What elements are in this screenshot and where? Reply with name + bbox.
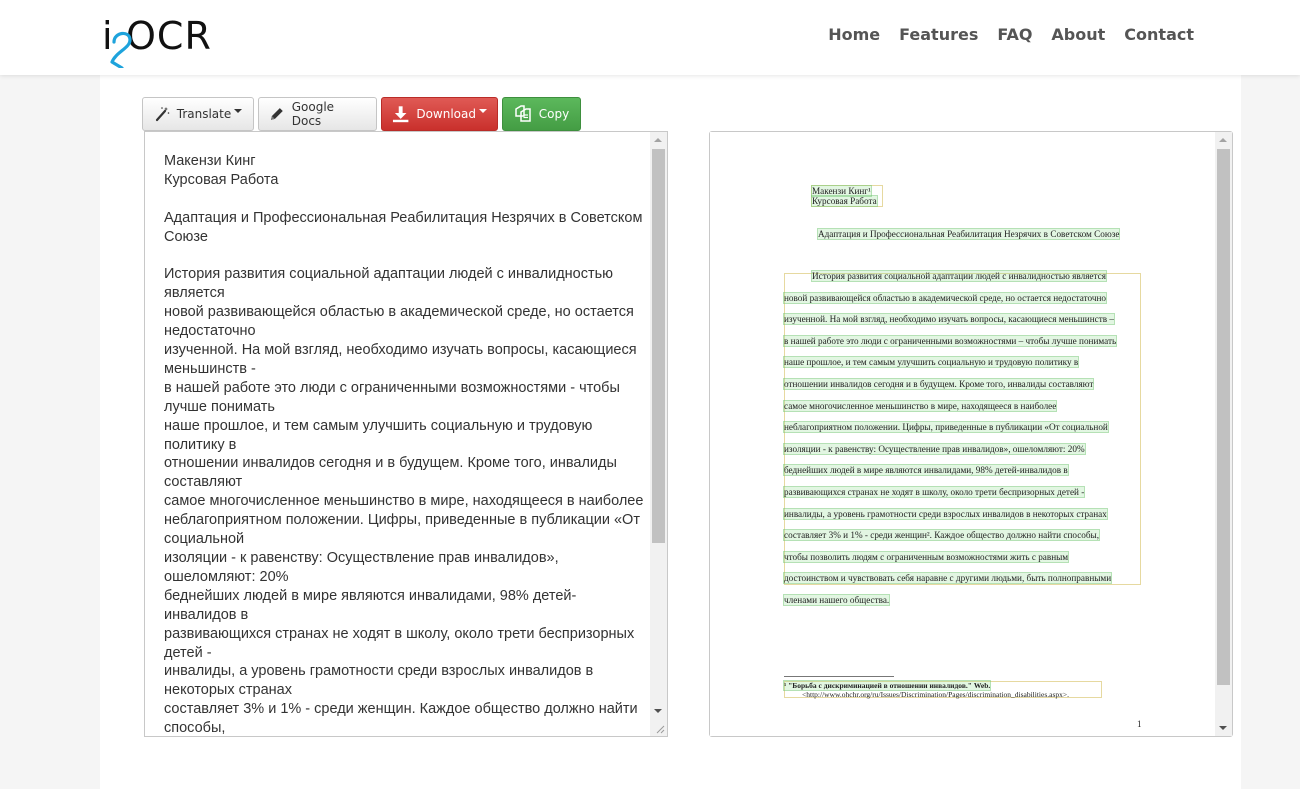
- ocr-text-line: новой развивающейся областью в академиче…: [164, 304, 634, 321]
- ocr-text-line: в нашей работе это люди с ограниченными …: [164, 379, 620, 396]
- ocr-text-line: изоляции - к равенству: Осуществление пр…: [164, 550, 559, 566]
- nav-home[interactable]: Home: [828, 24, 880, 46]
- preview-body-line: членами нашего общества.: [782, 594, 891, 606]
- ocr-text-line: Курсовая Работа: [164, 171, 279, 188]
- preview-body-line: развивающихся странах не ходят в школу, …: [782, 486, 1086, 498]
- ocr-text-line: некоторых странах: [164, 682, 292, 699]
- preview-body-line: изученной. На мой взгляд, необходимо изу…: [783, 313, 1115, 326]
- nav-about[interactable]: About: [1051, 24, 1105, 46]
- pencil-icon: [270, 108, 283, 120]
- nav-contact[interactable]: Contact: [1124, 24, 1194, 46]
- download-label: Download: [416, 107, 476, 121]
- preview-body-line: самое многочисленное меньшинство в мире,…: [782, 399, 1058, 412]
- preview-body-line: составляет 3% и 1% - среди женщин². Кажд…: [782, 529, 1101, 542]
- preview-body-line: в нашей работе это люди с ограниченными …: [782, 334, 1118, 347]
- site-header: i OCR Home Features FAQ About Contact: [0, 0, 1300, 75]
- ocr-text-line: меньшинств -: [164, 360, 256, 377]
- ocr-text-panel: Макензи Кинг Курсовая Работа Адаптация и П…: [144, 131, 668, 737]
- page-number: 1: [1137, 719, 1142, 729]
- ocr-text-line: История развития социальной адаптации лю…: [164, 266, 614, 283]
- nav-faq[interactable]: FAQ: [997, 24, 1032, 46]
- logo[interactable]: i OCR: [102, 14, 232, 69]
- chevron-down-icon: [234, 109, 243, 113]
- main-nav: Home Features FAQ About Contact: [828, 24, 1194, 46]
- ocr-text-line: является: [164, 285, 225, 302]
- copy-icon: [515, 105, 531, 122]
- ocr-text-line: составляет 3% и 1% - среди женщин. Каждо…: [164, 701, 638, 718]
- google-docs-label: Google Docs: [291, 100, 335, 128]
- ocr-text-line: инвалидов в: [164, 606, 249, 623]
- resize-grip-icon[interactable]: [655, 724, 665, 734]
- ocr-text-line: ошеломляют: 20%: [164, 568, 289, 585]
- result-toolbar: Translate Google Docs Download Copy: [142, 97, 581, 131]
- preview-body-line: инвалиды, а уровень грамотности среди вз…: [783, 507, 1108, 520]
- ocr-text-line: детей -: [164, 644, 212, 661]
- logo-two-glyph: [110, 31, 132, 68]
- ocr-text-line: наше прошлое, и тем самым улучшить социа…: [164, 417, 593, 434]
- preview-body-line: наше прошлое, и тем самым улучшить социа…: [782, 356, 1080, 369]
- ocr-text-line: Адаптация и Профессиональная Реабилитаци…: [164, 209, 643, 226]
- ocr-scrollbar[interactable]: [650, 132, 667, 736]
- translate-label: Translate: [176, 107, 232, 121]
- copy-button[interactable]: Copy: [502, 97, 581, 131]
- nav-features[interactable]: Features: [899, 24, 978, 46]
- copy-label: Copy: [538, 107, 570, 121]
- chevron-down-icon: [479, 109, 487, 113]
- ocr-text-line: отношении инвалидов сегодня и в будущем.…: [164, 455, 617, 472]
- preview-scroll-thumb[interactable]: [1217, 149, 1230, 685]
- preview-body-line: неблагоприятном положении. Цифры, привед…: [783, 421, 1109, 434]
- scroll-up-arrow-icon[interactable]: [654, 138, 662, 142]
- ocr-text-line: политику в: [164, 436, 237, 453]
- download-icon: [392, 106, 409, 123]
- preview-scrollbar[interactable]: [1215, 132, 1232, 736]
- ocr-scroll-thumb[interactable]: [652, 149, 665, 543]
- scroll-down-arrow-icon[interactable]: [1219, 726, 1227, 730]
- document-page: Макензи Кинг¹ Курсовая Работа Адаптация …: [710, 132, 1216, 736]
- magic-wand-icon: [155, 107, 170, 122]
- scroll-up-arrow-icon[interactable]: [1219, 138, 1227, 142]
- preview-body-line: достоинством и чувствовать себя наравне …: [782, 572, 1113, 585]
- preview-body-line: новой развивающейся областью в академиче…: [782, 291, 1108, 304]
- google-docs-button[interactable]: Google Docs: [258, 97, 377, 131]
- footnote-line-1: ¹ "Борьба с дискриминацией в отношении и…: [782, 680, 992, 691]
- logo-suffix: OCR: [126, 14, 212, 58]
- footnote-line-2: <http://www.ohchr.org/ru/Issues/Discrimi…: [802, 690, 1069, 699]
- preview-body-line: чтобы позволить людям с ограниченным воз…: [782, 550, 1070, 563]
- ocr-text-line: самое многочисленное меньшинство в мире,…: [164, 493, 644, 510]
- preview-body-line: отношении инвалидов сегодня и в будущем.…: [782, 378, 1095, 390]
- download-button[interactable]: Download: [381, 97, 498, 131]
- ocr-text-line: составляют: [164, 474, 243, 491]
- preview-body-line: беднейших людей в мире являются инвалида…: [783, 464, 1069, 477]
- translate-button[interactable]: Translate: [142, 97, 254, 131]
- ocr-text-line: развивающихся странах не ходят в школу, …: [164, 625, 635, 642]
- ocr-text-line: изученной. На мой взгляд, необходимо изу…: [164, 342, 637, 359]
- ocr-text-line: инвалиды, а уровень грамотности среди вз…: [164, 663, 594, 680]
- ocr-text-line: Союзе: [164, 228, 208, 245]
- ocr-text-line: социальной: [164, 531, 245, 548]
- ocr-text-line: недостаточно: [164, 323, 256, 340]
- preview-body-line: История развития социальной адаптации лю…: [811, 270, 1107, 282]
- ocr-text-line: лучше понимать: [164, 398, 275, 415]
- scroll-down-arrow-icon[interactable]: [654, 709, 662, 713]
- ocr-text-line: способы,: [164, 720, 226, 736]
- footnote-divider: [784, 676, 894, 677]
- ocr-text-line: Макензи Кинг: [164, 153, 256, 169]
- preview-subtitle: Курсовая Работа: [811, 195, 878, 207]
- ocr-text-line: неблагоприятном положении. Цифры, привед…: [164, 512, 640, 529]
- preview-title: Адаптация и Профессиональная Реабилитаци…: [816, 228, 1121, 240]
- document-preview-panel: Макензи Кинг¹ Курсовая Работа Адаптация …: [709, 131, 1233, 737]
- preview-body-line: изоляции - к равенству: Осуществление пр…: [783, 442, 1086, 455]
- ocr-textarea[interactable]: Макензи Кинг Курсовая Работа Адаптация и П…: [145, 132, 651, 736]
- ocr-text-line: беднейших людей в мире являются инвалида…: [164, 587, 577, 604]
